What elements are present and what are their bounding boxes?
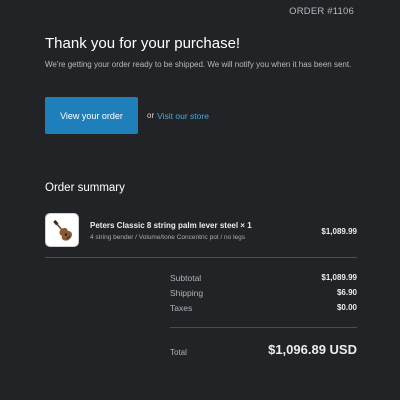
- subtotal-value: $1,089.99: [321, 273, 357, 282]
- product-variant: 4 string bender / Volume/tone Concentric…: [90, 234, 246, 241]
- totals-table: Subtotal $1,089.99 Shipping $6.90 Taxes …: [170, 273, 357, 318]
- taxes-value: $0.00: [336, 303, 357, 312]
- or-separator: or: [147, 111, 155, 120]
- subtotal-row: Subtotal $1,089.99: [170, 273, 357, 288]
- product-name: Peters Classic 8 string palm lever steel…: [90, 221, 252, 230]
- confirmation-title: Thank you for your purchase!: [45, 35, 241, 52]
- guitar-product-image: [53, 220, 72, 241]
- order-number: ORDER #1106: [289, 6, 354, 17]
- subtotal-label: Subtotal: [170, 273, 202, 283]
- product-thumbnail: [45, 213, 79, 247]
- order-summary-title: Order summary: [45, 182, 125, 194]
- totals-divider: [170, 327, 357, 328]
- shipping-value: $6.90: [336, 288, 357, 297]
- shipping-label: Shipping: [170, 288, 204, 298]
- taxes-label: Taxes: [170, 303, 193, 313]
- product-price: $1,089.99: [321, 227, 357, 236]
- visit-store-link[interactable]: Visit our store: [157, 111, 209, 121]
- line-item: Peters Classic 8 string palm lever steel…: [45, 213, 357, 248]
- taxes-row: Taxes $0.00: [170, 303, 357, 318]
- action-row: View your order or Visit our store: [45, 97, 209, 134]
- view-order-button[interactable]: View your order: [45, 97, 138, 134]
- grand-total-row: Total $1,096.89 USD: [170, 342, 357, 362]
- total-value: $1,096.89 USD: [268, 342, 357, 357]
- confirmation-message: We're getting your order ready to be shi…: [45, 60, 352, 69]
- shipping-row: Shipping $6.90: [170, 288, 357, 303]
- items-divider: [45, 257, 357, 258]
- total-label: Total: [170, 348, 187, 357]
